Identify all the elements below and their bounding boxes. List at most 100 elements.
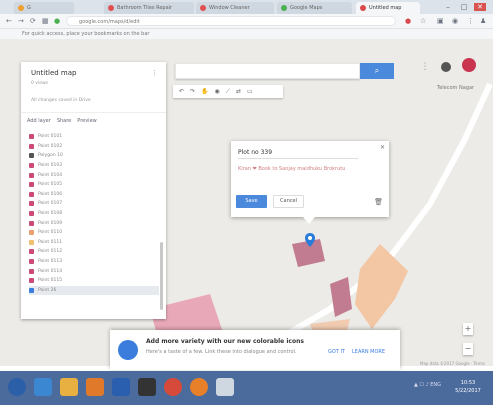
undo-icon[interactable]: ↶ — [179, 88, 184, 95]
save-button[interactable]: Save — [236, 195, 267, 208]
directions-icon[interactable]: ⇄ — [236, 88, 241, 95]
clock-time: 10:53 — [460, 380, 476, 386]
list-item[interactable]: Point 0110 — [29, 228, 159, 238]
redo-icon[interactable]: ↷ — [190, 88, 195, 95]
back-icon[interactable]: ← — [6, 17, 12, 25]
got-it-button[interactable]: GOT IT — [328, 349, 345, 355]
cancel-button[interactable]: Cancel — [273, 195, 304, 208]
delete-icon[interactable]: 🗑 — [374, 198, 383, 206]
ie-icon[interactable] — [34, 378, 52, 396]
minimize-button[interactable]: – — [442, 3, 454, 11]
close-window-button[interactable]: ✕ — [474, 3, 486, 11]
list-item[interactable]: Point 0109 — [29, 218, 159, 228]
system-tray[interactable]: ▲ ☐ ♪ ENG — [414, 382, 441, 388]
marker-tool-icon[interactable]: ◉ — [215, 88, 220, 95]
ruler-icon[interactable]: ▭ — [247, 88, 253, 95]
taskbar: ▲ ☐ ♪ ENG 10:53 5/22/2017 — [0, 371, 493, 405]
feature-edit-popup: Plot no 339 Kiran ❤ Book to Sanjay maidh… — [231, 141, 389, 224]
favicon-icon — [200, 5, 206, 11]
feature-description-field[interactable]: Kiran ❤ Book to Sanjay maidhuku Brokrutu — [238, 166, 363, 184]
notes-icon[interactable] — [216, 378, 234, 396]
marker-icon — [29, 211, 34, 217]
list-item[interactable]: Point 0103 — [29, 161, 159, 171]
file-explorer-icon[interactable] — [60, 378, 78, 396]
avatar[interactable] — [462, 58, 476, 72]
browser-tab[interactable]: Google Maps — [277, 2, 352, 14]
panel-menu-icon[interactable]: ⋮ — [151, 69, 158, 77]
list-item[interactable]: Polygon 10 — [29, 151, 159, 161]
zoom-out-button[interactable]: − — [463, 343, 473, 355]
search-button[interactable]: ⌕ — [360, 63, 394, 79]
palette-icon — [118, 340, 138, 360]
chrome-icon[interactable] — [164, 378, 182, 396]
reload-icon[interactable]: ⟳ — [30, 17, 36, 25]
clock[interactable]: 10:53 5/22/2017 — [451, 379, 485, 395]
marker-icon — [29, 201, 34, 207]
marker-icon — [29, 134, 34, 140]
add-layer-button[interactable]: Add layer — [27, 118, 51, 124]
word-icon[interactable] — [112, 378, 130, 396]
zoom-in-button[interactable]: + — [463, 323, 473, 335]
forward-icon[interactable]: → — [18, 17, 24, 25]
marker-icon — [29, 182, 34, 188]
list-item[interactable]: Point 0112 — [29, 247, 159, 257]
map-views: 0 views — [31, 81, 49, 86]
browser-tab-active[interactable]: Untitled map — [356, 2, 420, 14]
list-item[interactable]: Point 0113 — [29, 257, 159, 267]
menu-icon[interactable]: ⋮ — [467, 17, 474, 25]
star-icon[interactable]: ☆ — [420, 17, 426, 25]
start-button[interactable] — [8, 378, 26, 396]
marker-icon — [29, 220, 34, 226]
list-item-selected[interactable]: Point 26 — [29, 285, 159, 296]
firefox-icon[interactable] — [190, 378, 208, 396]
list-item[interactable]: Point 0102 — [29, 142, 159, 152]
toast-title: Add more variety with our new colorable … — [146, 338, 304, 345]
panel-header: Untitled map 0 views All changes saved i… — [21, 62, 166, 113]
extension-icon[interactable]: ● — [405, 17, 411, 25]
map-title[interactable]: Untitled map — [31, 69, 76, 77]
terminal-icon[interactable] — [138, 378, 156, 396]
marker-icon — [29, 191, 34, 197]
list-item[interactable]: Point 0101 — [29, 132, 159, 142]
list-item[interactable]: Point 0115 — [29, 276, 159, 286]
profile-icon[interactable]: ◉ — [452, 17, 458, 25]
feature-title-field[interactable]: Plot no 339 — [238, 147, 358, 159]
notifications-icon[interactable] — [441, 62, 451, 72]
list-item[interactable]: Point 0104 — [29, 170, 159, 180]
list-item[interactable]: Point 0106 — [29, 190, 159, 200]
list-item[interactable]: Point 0105 — [29, 180, 159, 190]
marker-icon — [29, 143, 34, 149]
maximize-button[interactable]: □ — [458, 3, 470, 11]
layers-panel: Untitled map 0 views All changes saved i… — [21, 62, 166, 319]
url-field[interactable]: google.com/maps/d/edit — [66, 16, 396, 26]
apps-grid-icon[interactable]: ▦ — [42, 17, 49, 25]
polygon-icon — [29, 153, 34, 159]
search-input[interactable] — [175, 63, 360, 79]
layer-toolbar: Add layer Share Preview — [27, 118, 97, 124]
favicon-icon — [108, 5, 114, 11]
drawing-toolbar: ↶ ↷ ✋ ◉ ⟋ ⇄ ▭ — [173, 85, 283, 98]
map-marker-icon[interactable] — [305, 233, 315, 247]
learn-more-link[interactable]: LEARN MORE — [352, 349, 385, 355]
list-item[interactable]: Point 0107 — [29, 199, 159, 209]
apps-grid-icon[interactable]: ⋮ — [420, 62, 430, 72]
line-tool-icon[interactable]: ⟋ — [226, 88, 230, 96]
list-item[interactable]: Point 0108 — [29, 209, 159, 219]
share-button[interactable]: Share — [57, 118, 71, 124]
browser-tab[interactable]: Window Cleaner — [196, 2, 274, 14]
browser-tab[interactable]: Bathroom Tiles Repair — [104, 2, 194, 14]
hand-icon[interactable]: ✋ — [201, 88, 208, 95]
close-icon[interactable]: ✕ — [380, 144, 385, 151]
panel-scrollbar[interactable] — [160, 242, 163, 310]
marker-icon — [29, 230, 34, 236]
tab-label: Untitled map — [369, 5, 402, 11]
account-icon[interactable]: ♟ — [480, 17, 486, 25]
list-item[interactable]: Point 0111 — [29, 238, 159, 248]
preview-button[interactable]: Preview — [77, 118, 96, 124]
extensions-icon[interactable]: ▣ — [437, 17, 444, 25]
browser-tab[interactable]: G — [14, 2, 74, 14]
tab-label: Bathroom Tiles Repair — [117, 5, 173, 11]
media-player-icon[interactable] — [86, 378, 104, 396]
list-item[interactable]: Point 0114 — [29, 266, 159, 276]
map-footer: Map data ©2017 Google · Terms — [420, 361, 486, 366]
